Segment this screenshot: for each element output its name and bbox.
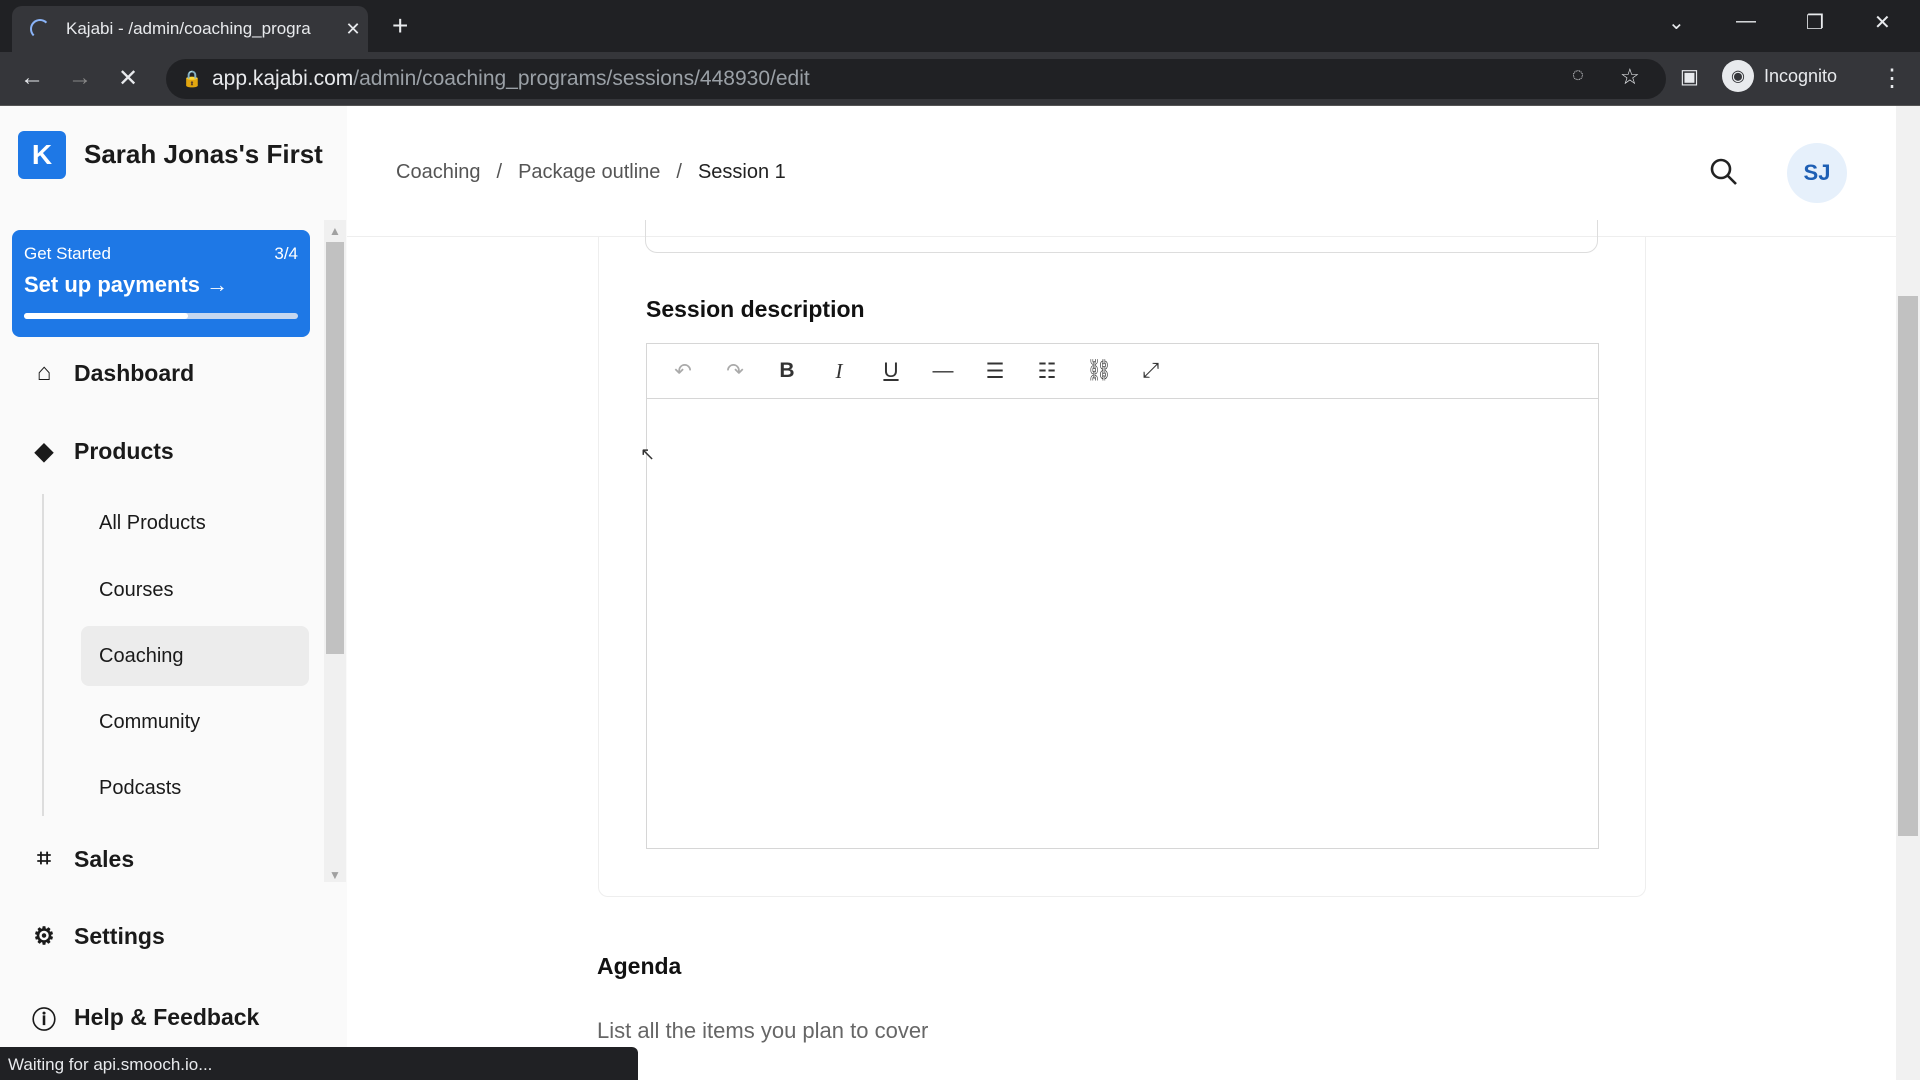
breadcrumb-current: Session 1 [697,161,786,183]
session-title-input[interactable] [645,220,1598,253]
sidebar-item-podcasts[interactable]: Podcasts [99,777,181,800]
menu-icon[interactable]: ⋮ [1880,64,1904,93]
bullet-list-icon[interactable]: ☷ [1021,359,1073,384]
eye-off-icon[interactable]: ◌ [1572,64,1584,87]
home-icon: ⌂ [36,359,52,386]
sidebar-item-community[interactable]: Community [99,711,200,734]
sidebar-item-coaching[interactable]: Coaching [99,645,184,668]
sidebar-item-help[interactable]: ⓘ Help & Feedback [30,1000,259,1035]
profile-label: Incognito [1764,65,1838,86]
sidebar-item-all-products[interactable]: All Products [99,512,206,535]
sidebar-item-sales[interactable]: ⌗ Sales [30,845,134,873]
restore-button[interactable]: ❐ [1806,10,1824,35]
undo-icon[interactable]: ↶ [657,359,709,384]
forward-icon[interactable]: → [68,64,92,92]
breadcrumb-separator: / [676,161,682,183]
editor-toolbar: ↶ ↷ B I U — ☰ ☷ ⛓ ⤢ [647,344,1598,399]
bookmark-star-icon[interactable]: ☆ [1620,64,1640,90]
scroll-down-icon[interactable]: ▼ [329,868,341,882]
incognito-icon: ◉ [1722,60,1754,92]
loading-icon [30,19,50,39]
scroll-up-icon[interactable]: ▲ [329,224,341,238]
sidebar-scrollbar[interactable] [324,220,346,882]
close-tab-icon[interactable]: ✕ [338,19,368,40]
tag-icon: ⌗ [37,845,51,872]
new-tab-button[interactable]: + [392,10,408,42]
get-started-label: Get Started [24,244,111,263]
tab-title: Kajabi - /admin/coaching_progra [66,19,311,38]
url-host: app.kajabi.com [212,67,354,90]
breadcrumb-package-outline[interactable]: Package outline [518,161,660,184]
browser-tab[interactable]: Kajabi - /admin/coaching_progra ✕ [12,6,368,52]
breadcrumb-coaching[interactable]: Coaching [396,161,481,184]
url-bar[interactable]: 🔒 app.kajabi.com/admin/coaching_programs/… [166,59,1666,99]
italic-icon[interactable]: I [813,359,865,384]
status-bar: Waiting for api.smooch.io... [0,1047,638,1080]
kajabi-logo[interactable]: K [18,131,66,179]
incognito-profile[interactable]: ◉ Incognito [1722,60,1837,92]
sidebar-item-settings[interactable]: ⚙ Settings [30,922,165,951]
fullscreen-icon[interactable]: ⤢ [1125,359,1177,383]
side-panel-icon[interactable]: ▣ [1680,64,1699,89]
breadcrumb: Coaching / Package outline / Session 1 [396,161,786,184]
search-icon[interactable] [1708,156,1740,188]
get-started-count: 3/4 [274,244,298,263]
submenu-line [42,494,44,816]
sidebar-item-courses[interactable]: Courses [99,579,173,602]
sidebar-item-products[interactable]: ◆ Products [30,437,174,466]
nav-label: Dashboard [74,359,195,386]
back-icon[interactable]: ← [20,64,44,92]
avatar[interactable]: SJ [1787,143,1847,203]
get-started-card[interactable]: Get Started 3/4 Set up payments → [12,230,310,337]
get-started-action: Set up payments [24,272,201,297]
bold-icon[interactable]: B [761,359,813,383]
close-window-button[interactable]: ✕ [1874,10,1891,35]
minimize-button[interactable]: — [1736,10,1756,33]
agenda-subtitle: List all the items you plan to cover [597,1018,929,1043]
arrow-right-icon: → [206,272,229,297]
page-scrollbar[interactable] [1896,106,1920,1080]
nav-label: Sales [74,845,135,872]
gear-icon: ⚙ [33,923,55,950]
underline-icon[interactable]: U [865,359,917,383]
lock-icon: 🔒 [182,71,202,88]
redo-icon[interactable]: ↷ [709,359,761,384]
url-path: /admin/coaching_programs/sessions/448930… [353,67,810,90]
breadcrumb-separator: / [496,161,503,183]
rich-text-editor[interactable]: ↶ ↷ B I U — ☰ ☷ ⛓ ⤢ [646,343,1599,849]
help-icon: ⓘ [32,1007,56,1034]
mouse-cursor: ↖ [640,444,656,464]
session-description-label: Session description [646,296,865,322]
stop-loading-icon[interactable]: ✕ [118,64,138,93]
box-icon: ◆ [34,438,54,465]
site-name[interactable]: Sarah Jonas's First [84,139,323,170]
nav-label: Help & Feedback [74,1004,260,1030]
tab-search-icon[interactable]: ⌄ [1668,10,1685,35]
link-icon[interactable]: ⛓ [1073,359,1125,383]
agenda-title: Agenda [597,953,682,979]
ordered-list-icon[interactable]: ☰ [969,359,1021,384]
nav-label: Settings [74,923,165,949]
horizontal-rule-icon[interactable]: — [917,359,969,383]
sidebar-item-dashboard[interactable]: ⌂ Dashboard [30,359,194,387]
nav-label: Products [74,438,174,464]
get-started-progress [24,313,298,319]
